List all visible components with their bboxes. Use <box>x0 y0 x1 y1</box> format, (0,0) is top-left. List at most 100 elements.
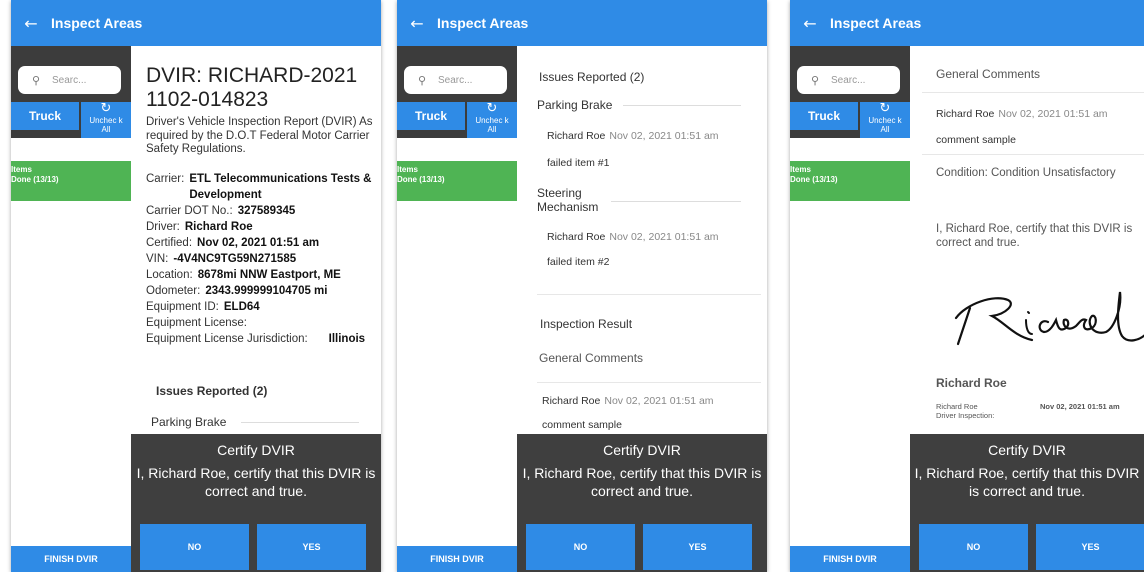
refresh-icon: ↻ <box>879 101 891 116</box>
certify-title: Certify DVIR <box>217 442 295 458</box>
info-value: Richard Roe <box>184 221 253 233</box>
info-row-driver: Driver: Richard Roe <box>146 219 381 235</box>
info-row-equipment-license: Equipment License: <box>146 315 381 331</box>
arrow-left-icon[interactable]: ← <box>397 14 437 33</box>
info-value: ELD64 <box>223 301 260 313</box>
issue-name: Parking Brake <box>537 98 613 112</box>
no-button[interactable]: NO <box>140 524 249 570</box>
app-bar: ← Inspect Areas <box>11 0 381 46</box>
page-title: Inspect Areas <box>437 15 529 31</box>
search-icon: ⚲ <box>418 73 427 87</box>
screen-issues: ← Inspect Areas ⚲ Searc... Truck ↻ Unche… <box>397 0 767 572</box>
tab-truck[interactable]: Truck <box>11 102 79 130</box>
info-value: ETL Telecommunications Tests & Developme… <box>189 173 372 201</box>
info-value: 327589345 <box>237 205 296 217</box>
uncheck-all-button[interactable]: ↻ Unchec k All <box>860 102 910 138</box>
signer-role: Driver Inspection: <box>936 411 995 420</box>
certify-dialog: Certify DVIR I, Richard Roe, certify tha… <box>517 434 767 572</box>
general-comments-heading: General Comments <box>539 351 644 365</box>
comment-date: Nov 02, 2021 01:51 am <box>998 108 1108 120</box>
sidebar-header: ⚲ Searc... <box>397 46 517 102</box>
arrow-left-icon[interactable]: ← <box>11 14 51 33</box>
tab-truck[interactable]: Truck <box>397 102 465 130</box>
finish-dvir-button[interactable]: FINISH DVIR <box>397 546 517 572</box>
tab-truck[interactable]: Truck <box>790 102 858 130</box>
page-title: Inspect Areas <box>830 15 922 31</box>
certify-message: I, Richard Roe, certify that this DVIR i… <box>136 465 376 499</box>
issue-name: Steering Mechanism <box>537 186 599 214</box>
finish-dvir-button[interactable]: FINISH DVIR <box>790 546 910 572</box>
info-label: Equipment License: <box>146 317 248 329</box>
no-button[interactable]: NO <box>919 524 1028 570</box>
issue-date: Nov 02, 2021 01:51 am <box>609 130 719 142</box>
certify-dialog: Certify DVIR I, Richard Roe, certify tha… <box>910 434 1144 572</box>
issue-meta: Richard Roe Nov 02, 2021 01:51 am <box>547 130 719 142</box>
info-label: Equipment License Jurisdiction: <box>146 333 308 345</box>
condition-text: Condition: Condition Unsatisfactory <box>936 167 1116 179</box>
arrow-left-icon[interactable]: ← <box>790 14 830 33</box>
info-label: Certified: <box>146 237 193 249</box>
certify-title: Certify DVIR <box>603 442 681 458</box>
items-done-count: Done (13/13) <box>397 175 445 184</box>
search-placeholder: Searc... <box>438 74 473 86</box>
dvir-info-list: Carrier: ETL Telecommunications Tests & … <box>146 171 381 347</box>
page-title: Inspect Areas <box>51 15 143 31</box>
divider <box>611 201 741 202</box>
sidebar-item-items[interactable]: Items Done (13/13) <box>790 161 910 201</box>
sidebar-item-items[interactable]: Items Done (13/13) <box>397 161 517 201</box>
app-bar: ← Inspect Areas <box>790 0 1144 46</box>
search-icon: ⚲ <box>32 73 41 87</box>
divider <box>537 382 761 383</box>
finish-dvir-button[interactable]: FINISH DVIR <box>11 546 131 572</box>
yes-button[interactable]: YES <box>1036 524 1144 570</box>
info-row-certified: Certified: Nov 02, 2021 01:51 am <box>146 235 381 251</box>
refresh-icon: ↻ <box>100 101 112 116</box>
no-button[interactable]: NO <box>526 524 635 570</box>
info-row-carrier: Carrier: ETL Telecommunications Tests & … <box>146 171 381 203</box>
info-label: Odometer: <box>146 285 201 297</box>
search-icon: ⚲ <box>811 73 820 87</box>
issue-comment: failed item #2 <box>547 256 610 268</box>
items-done-count: Done (13/13) <box>11 175 59 184</box>
certify-dialog: Certify DVIR I, Richard Roe, certify tha… <box>131 434 381 572</box>
search-input[interactable]: ⚲ Searc... <box>797 66 900 94</box>
sidebar-item-items[interactable]: Items Done (13/13) <box>11 161 131 201</box>
info-label: Carrier DOT No.: <box>146 205 233 217</box>
info-row-dot: Carrier DOT No.: 327589345 <box>146 203 381 219</box>
issue-author: Richard Roe <box>547 130 606 142</box>
dvir-description: Driver's Vehicle Inspection Report (DVIR… <box>146 116 373 155</box>
refresh-icon: ↻ <box>486 101 498 116</box>
main-content: DVIR: RICHARD-2021 1102-014823 Driver's … <box>131 46 381 572</box>
sidebar-tabs: Truck ↻ Unchec k All <box>11 102 131 138</box>
certify-title: Certify DVIR <box>988 442 1066 458</box>
info-label: VIN: <box>146 253 169 265</box>
signer-details: Richard Roe Driver Inspection: <box>936 402 994 420</box>
signer-name: Richard Roe <box>936 376 1007 390</box>
uncheck-all-button[interactable]: ↻ Unchec k All <box>81 102 131 138</box>
sidebar: ⚲ Searc... Truck ↻ Unchec k All Items Do… <box>397 46 517 572</box>
main-content: Issues Reported (2) Parking Brake Richar… <box>517 46 767 572</box>
screen-signature: ← Inspect Areas ⚲ Searc... Truck ↻ Unche… <box>790 0 1144 572</box>
search-input[interactable]: ⚲ Searc... <box>18 66 121 94</box>
info-row-equipment-id: Equipment ID: ELD64 <box>146 299 381 315</box>
issue-parking-brake: Parking Brake <box>151 415 227 429</box>
search-input[interactable]: ⚲ Searc... <box>404 66 507 94</box>
items-label: Items <box>790 165 811 174</box>
divider <box>922 92 1144 93</box>
info-value: Nov 02, 2021 01:51 am <box>197 237 320 249</box>
info-value: Illinois <box>328 333 366 345</box>
info-row-odometer: Odometer: 2343.999999104705 mi <box>146 283 381 299</box>
items-done-count: Done (13/13) <box>790 175 838 184</box>
app-bar: ← Inspect Areas <box>397 0 767 46</box>
comment-meta: Richard Roe Nov 02, 2021 01:51 am <box>936 108 1108 120</box>
issues-reported-heading: Issues Reported (2) <box>539 70 645 84</box>
yes-button[interactable]: YES <box>643 524 752 570</box>
sidebar-tabs: Truck ↻ Unchec k All <box>397 102 517 138</box>
uncheck-all-button[interactable]: ↻ Unchec k All <box>467 102 517 138</box>
comment-meta: Richard Roe Nov 02, 2021 01:51 am <box>542 395 714 407</box>
items-label: Items <box>11 165 32 174</box>
issue-meta: Richard Roe Nov 02, 2021 01:51 am <box>547 231 719 243</box>
main-content: General Comments Richard Roe Nov 02, 2021… <box>910 46 1144 572</box>
certify-statement: I, Richard Roe, certify that this DVIR i… <box>936 223 1133 249</box>
yes-button[interactable]: YES <box>257 524 366 570</box>
